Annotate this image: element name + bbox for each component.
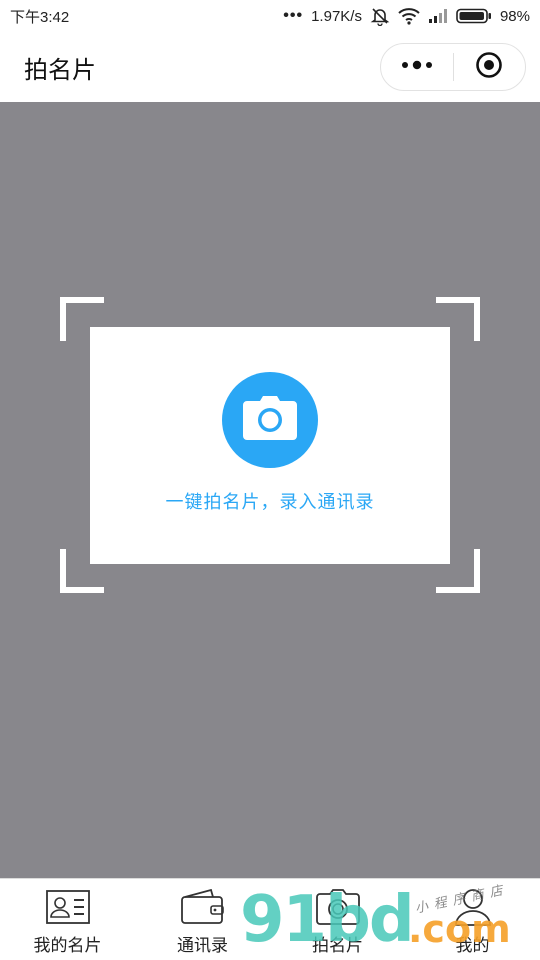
- more-dots-icon: [400, 58, 434, 76]
- status-time: 下午3:42: [10, 8, 70, 26]
- camera-button[interactable]: [222, 372, 318, 468]
- status-bar: 下午3:42 ••• 1.97K/s 98%: [0, 0, 540, 32]
- capture-card-button[interactable]: 一键拍名片，录入通讯录: [90, 327, 450, 564]
- wallet-icon: [180, 889, 225, 925]
- page-title: 拍名片: [24, 56, 96, 84]
- tab-scan-card[interactable]: 拍名片: [270, 879, 405, 960]
- user-icon: [453, 889, 493, 926]
- network-speed: 1.97K/s: [311, 7, 362, 25]
- signal-icon: [428, 8, 448, 24]
- camera-icon: [315, 889, 360, 925]
- tab-my-card[interactable]: 我的名片: [0, 879, 135, 960]
- camera-icon: [243, 395, 297, 445]
- tab-contacts[interactable]: 通讯录: [135, 879, 270, 960]
- status-dots: •••: [283, 7, 304, 24]
- battery-icon: [456, 8, 492, 24]
- more-button[interactable]: [381, 44, 453, 90]
- tab-label: 拍名片: [312, 936, 363, 955]
- tab-mine[interactable]: 我的: [405, 879, 540, 960]
- tab-label: 我的名片: [33, 936, 102, 955]
- status-indicators: ••• 1.97K/s 98%: [283, 6, 530, 26]
- close-mini-program-button[interactable]: [454, 44, 526, 90]
- mini-program-capsule: [380, 43, 526, 91]
- bottom-tab-bar: 我的名片 通讯录 拍名片 我的: [0, 878, 540, 960]
- business-card-icon: [45, 889, 90, 925]
- mute-bell-icon: [370, 6, 390, 26]
- target-circle-icon: [475, 51, 503, 84]
- scan-area: 一键拍名片，录入通讯录: [0, 102, 540, 878]
- tab-label: 我的: [455, 936, 490, 955]
- battery-percentage: 98%: [499, 7, 530, 25]
- tab-label: 通讯录: [177, 936, 228, 955]
- capture-prompt-text: 一键拍名片，录入通讯录: [165, 492, 375, 512]
- nav-bar: 拍名片: [0, 32, 540, 102]
- wifi-icon: [398, 7, 420, 25]
